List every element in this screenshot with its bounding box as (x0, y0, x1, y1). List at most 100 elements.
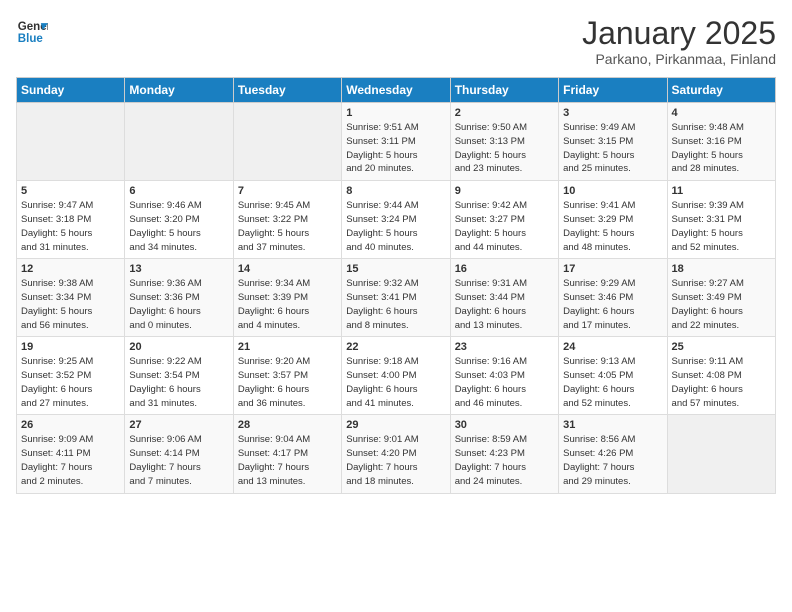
day-cell: 8 Sunrise: 9:44 AMSunset: 3:24 PMDaylight… (342, 181, 450, 259)
day-number: 12 (21, 263, 120, 275)
day-cell: 17Sunrise: 9:29 AMSunset: 3:46 PMDayligh… (559, 259, 667, 337)
day-number: 7 (238, 185, 337, 197)
day-number: 15 (346, 263, 445, 275)
day-cell: 25Sunrise: 9:11 AMSunset: 4:08 PMDayligh… (667, 337, 775, 415)
day-number: 22 (346, 341, 445, 353)
day-cell: 16 Sunrise: 9:31 AMSunset: 3:44 PMDayligh… (450, 259, 558, 337)
day-number: 27 (129, 419, 228, 431)
day-cell: 22 Sunrise: 9:18 AMSunset: 4:00 PMDayligh… (342, 337, 450, 415)
col-saturday: Saturday (667, 78, 775, 103)
week-row-1: 1Sunrise: 9:51 AMSunset: 3:11 PMDaylight… (17, 103, 776, 181)
day-number: 19 (21, 341, 120, 353)
day-info: Sunrise: 9:34 AMSunset: 3:39 PMDaylight:… (238, 277, 337, 332)
day-cell: 11Sunrise: 9:39 AMSunset: 3:31 PMDayligh… (667, 181, 775, 259)
day-info: Sunrise: 9:38 AMSunset: 3:34 PMDaylight:… (21, 277, 120, 332)
day-info: Sunrise: 9:49 AMSunset: 3:15 PMDaylight:… (563, 121, 662, 176)
day-cell: 2 Sunrise: 9:50 AMSunset: 3:13 PMDaylight… (450, 103, 558, 181)
day-number: 6 (129, 185, 228, 197)
day-number: 29 (346, 419, 445, 431)
day-number: 3 (563, 107, 662, 119)
day-info: Sunrise: 9:50 AMSunset: 3:13 PMDaylight:… (455, 121, 554, 176)
day-cell: 6 Sunrise: 9:46 AMSunset: 3:20 PMDaylight… (125, 181, 233, 259)
logo: General Blue (16, 16, 48, 48)
day-cell: 31 Sunrise: 8:56 AMSunset: 4:26 PMDayligh… (559, 415, 667, 493)
week-row-3: 12 Sunrise: 9:38 AMSunset: 3:34 PMDayligh… (17, 259, 776, 337)
day-cell: 7 Sunrise: 9:45 AMSunset: 3:22 PMDaylight… (233, 181, 341, 259)
day-number: 21 (238, 341, 337, 353)
day-info: Sunrise: 9:04 AMSunset: 4:17 PMDaylight:… (238, 433, 337, 488)
day-cell: 10 Sunrise: 9:41 AMSunset: 3:29 PMDayligh… (559, 181, 667, 259)
day-info: Sunrise: 9:39 AMSunset: 3:31 PMDaylight:… (672, 199, 771, 254)
day-number: 18 (672, 263, 771, 275)
day-number: 16 (455, 263, 554, 275)
page: General Blue January 2025 Parkano, Pirka… (0, 0, 792, 612)
day-number: 28 (238, 419, 337, 431)
day-info: Sunrise: 9:48 AMSunset: 3:16 PMDaylight:… (672, 121, 771, 176)
day-cell: 21 Sunrise: 9:20 AMSunset: 3:57 PMDayligh… (233, 337, 341, 415)
day-number: 5 (21, 185, 120, 197)
day-info: Sunrise: 9:18 AMSunset: 4:00 PMDaylight:… (346, 355, 445, 410)
day-info: Sunrise: 9:29 AMSunset: 3:46 PMDaylight:… (563, 277, 662, 332)
day-info: Sunrise: 9:45 AMSunset: 3:22 PMDaylight:… (238, 199, 337, 254)
day-info: Sunrise: 9:09 AMSunset: 4:11 PMDaylight:… (21, 433, 120, 488)
col-tuesday: Tuesday (233, 78, 341, 103)
day-info: Sunrise: 8:59 AMSunset: 4:23 PMDaylight:… (455, 433, 554, 488)
header-row: Sunday Monday Tuesday Wednesday Thursday… (17, 78, 776, 103)
day-info: Sunrise: 9:46 AMSunset: 3:20 PMDaylight:… (129, 199, 228, 254)
month-title: January 2025 (582, 16, 776, 51)
day-cell: 14 Sunrise: 9:34 AMSunset: 3:39 PMDayligh… (233, 259, 341, 337)
day-info: Sunrise: 9:32 AMSunset: 3:41 PMDaylight:… (346, 277, 445, 332)
day-number: 20 (129, 341, 228, 353)
day-info: Sunrise: 9:25 AMSunset: 3:52 PMDaylight:… (21, 355, 120, 410)
day-info: Sunrise: 9:13 AMSunset: 4:05 PMDaylight:… (563, 355, 662, 410)
day-number: 30 (455, 419, 554, 431)
week-row-4: 19 Sunrise: 9:25 AMSunset: 3:52 PMDayligh… (17, 337, 776, 415)
day-info: Sunrise: 9:51 AMSunset: 3:11 PMDaylight:… (346, 121, 445, 176)
day-number: 2 (455, 107, 554, 119)
day-info: Sunrise: 9:20 AMSunset: 3:57 PMDaylight:… (238, 355, 337, 410)
day-cell: 23 Sunrise: 9:16 AMSunset: 4:03 PMDayligh… (450, 337, 558, 415)
day-cell (125, 103, 233, 181)
day-cell: 15 Sunrise: 9:32 AMSunset: 3:41 PMDayligh… (342, 259, 450, 337)
day-info: Sunrise: 9:01 AMSunset: 4:20 PMDaylight:… (346, 433, 445, 488)
col-sunday: Sunday (17, 78, 125, 103)
header: General Blue January 2025 Parkano, Pirka… (16, 16, 776, 67)
day-number: 14 (238, 263, 337, 275)
day-info: Sunrise: 9:44 AMSunset: 3:24 PMDaylight:… (346, 199, 445, 254)
day-cell: 5 Sunrise: 9:47 AMSunset: 3:18 PMDaylight… (17, 181, 125, 259)
day-info: Sunrise: 8:56 AMSunset: 4:26 PMDaylight:… (563, 433, 662, 488)
day-info: Sunrise: 9:22 AMSunset: 3:54 PMDaylight:… (129, 355, 228, 410)
day-info: Sunrise: 9:42 AMSunset: 3:27 PMDaylight:… (455, 199, 554, 254)
day-cell: 3 Sunrise: 9:49 AMSunset: 3:15 PMDaylight… (559, 103, 667, 181)
subtitle: Parkano, Pirkanmaa, Finland (582, 51, 776, 67)
day-cell: 9 Sunrise: 9:42 AMSunset: 3:27 PMDaylight… (450, 181, 558, 259)
day-info: Sunrise: 9:47 AMSunset: 3:18 PMDaylight:… (21, 199, 120, 254)
day-number: 26 (21, 419, 120, 431)
day-info: Sunrise: 9:16 AMSunset: 4:03 PMDaylight:… (455, 355, 554, 410)
day-number: 31 (563, 419, 662, 431)
day-cell: 27Sunrise: 9:06 AMSunset: 4:14 PMDayligh… (125, 415, 233, 493)
day-number: 10 (563, 185, 662, 197)
logo-icon: General Blue (16, 16, 48, 48)
day-number: 23 (455, 341, 554, 353)
day-info: Sunrise: 9:36 AMSunset: 3:36 PMDaylight:… (129, 277, 228, 332)
day-info: Sunrise: 9:31 AMSunset: 3:44 PMDaylight:… (455, 277, 554, 332)
svg-text:Blue: Blue (18, 33, 44, 45)
day-info: Sunrise: 9:41 AMSunset: 3:29 PMDaylight:… (563, 199, 662, 254)
day-cell: 29 Sunrise: 9:01 AMSunset: 4:20 PMDayligh… (342, 415, 450, 493)
day-info: Sunrise: 9:11 AMSunset: 4:08 PMDaylight:… (672, 355, 771, 410)
day-number: 9 (455, 185, 554, 197)
title-block: January 2025 Parkano, Pirkanmaa, Finland (582, 16, 776, 67)
day-number: 13 (129, 263, 228, 275)
day-number: 24 (563, 341, 662, 353)
day-cell: 26 Sunrise: 9:09 AMSunset: 4:11 PMDayligh… (17, 415, 125, 493)
day-number: 4 (672, 107, 771, 119)
day-cell: 4 Sunrise: 9:48 AMSunset: 3:16 PMDaylight… (667, 103, 775, 181)
day-number: 8 (346, 185, 445, 197)
day-cell (667, 415, 775, 493)
calendar-table: Sunday Monday Tuesday Wednesday Thursday… (16, 77, 776, 493)
day-cell: 20 Sunrise: 9:22 AMSunset: 3:54 PMDayligh… (125, 337, 233, 415)
col-monday: Monday (125, 78, 233, 103)
day-cell: 1Sunrise: 9:51 AMSunset: 3:11 PMDaylight… (342, 103, 450, 181)
day-cell: 30 Sunrise: 8:59 AMSunset: 4:23 PMDayligh… (450, 415, 558, 493)
